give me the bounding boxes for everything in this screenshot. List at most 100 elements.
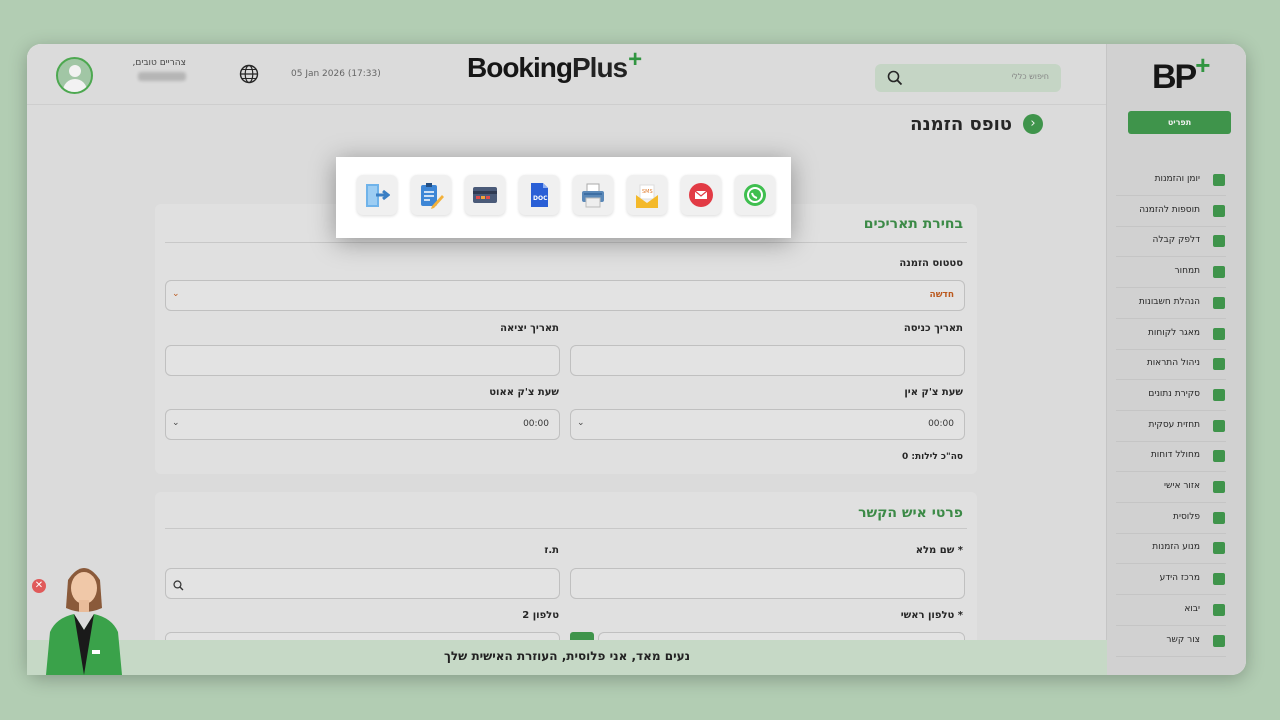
- status-value: חדשה: [929, 290, 954, 300]
- assistant-avatar[interactable]: [38, 560, 130, 675]
- whatsapp-button[interactable]: [735, 175, 775, 215]
- sidebar-item-label: הנהלת חשבונות: [1138, 296, 1200, 307]
- sidebar-item[interactable]: דלפק קבלה: [1116, 226, 1226, 258]
- sidebar-item-label: תחזית עסקית: [1148, 419, 1201, 430]
- sms-button[interactable]: SMS: [627, 175, 667, 215]
- search-placeholder: חיפוש כללי: [1011, 72, 1049, 81]
- sidebar-item-label: מאגר לקוחות: [1148, 327, 1200, 338]
- sidebar-item[interactable]: מחולל דוחות: [1116, 441, 1226, 473]
- checkin-time-select[interactable]: 00:00 ⌄: [570, 409, 965, 440]
- sidebar-item-icon: [1213, 511, 1225, 524]
- sidebar-item-icon: [1213, 419, 1225, 432]
- print-button[interactable]: [573, 175, 613, 215]
- edit-clipboard-icon: [421, 183, 444, 209]
- credit-card-button[interactable]: [465, 175, 505, 215]
- fullname-input[interactable]: [570, 568, 965, 599]
- svg-text:SMS: SMS: [642, 189, 653, 195]
- sidebar-item[interactable]: מנוע הזמנות: [1116, 533, 1226, 565]
- sidebar-item-icon: [1213, 542, 1225, 555]
- checkout-time-label: שעת צ'ק אאוט: [489, 387, 559, 398]
- sidebar-item[interactable]: תחזית עסקית: [1116, 411, 1226, 442]
- page-title: טופס הזמנה: [910, 114, 1012, 135]
- sidebar-item[interactable]: יבוא: [1116, 595, 1226, 626]
- user-name-blurred: [138, 72, 186, 81]
- email-icon: [689, 183, 713, 207]
- doc-icon: DOC: [531, 183, 548, 207]
- sidebar-item[interactable]: צור קשר: [1116, 626, 1226, 657]
- sidebar-item[interactable]: פלוסית: [1116, 503, 1226, 534]
- edit-clipboard-button[interactable]: [411, 175, 451, 215]
- id-label: ת.ז: [544, 545, 559, 556]
- checkin-date-input[interactable]: [570, 345, 965, 376]
- sidebar-item[interactable]: מרכז הידע: [1116, 564, 1226, 596]
- svg-text:DOC: DOC: [533, 195, 548, 202]
- id-input[interactable]: [165, 568, 560, 599]
- app-window: צהריים טובים, 05 Jan 2026 (17:33) Bookin…: [27, 44, 1246, 675]
- sidebar-item-icon: [1213, 481, 1225, 493]
- sidebar-item[interactable]: אזור אישי: [1116, 472, 1226, 503]
- email-button[interactable]: [681, 175, 721, 215]
- sidebar-item[interactable]: תוספות להזמנה: [1116, 196, 1226, 227]
- checkout-time-select[interactable]: 00:00 ⌄: [165, 409, 560, 440]
- doc-button[interactable]: DOC: [519, 175, 559, 215]
- share-actions-popup: SMS DOC: [336, 157, 791, 238]
- checkout-label: תאריך יציאה: [500, 323, 559, 334]
- sidebar: BP+ תפריט יומן והזמנות תוספות להזמנה דלפק …: [1106, 44, 1246, 675]
- sidebar-item-label: דלפק קבלה: [1152, 235, 1200, 246]
- logo-main-text: Booking: [467, 52, 573, 83]
- sms-icon: SMS: [636, 184, 658, 208]
- nights-total: סה"כ לילות: 0: [902, 452, 963, 462]
- assistant-bar: נעים מאד, אני פלוסית, העוזרת האישית שלך: [27, 640, 1107, 675]
- search-icon: [887, 70, 903, 90]
- checkin-label: תאריך כניסה: [903, 323, 963, 334]
- sidebar-item-label: צור קשר: [1166, 634, 1200, 645]
- sidebar-item[interactable]: ניהול התראות: [1116, 349, 1226, 381]
- globe-icon[interactable]: [239, 64, 259, 88]
- datetime-text: 05 Jan 2026 (17:33): [291, 69, 381, 79]
- sidebar-item[interactable]: הנהלת חשבונות: [1116, 288, 1226, 319]
- dates-card: בחירת תאריכים סטטוס הזמנה חדשה ⌄ תאריך כ…: [155, 204, 977, 474]
- sidebar-item-icon: [1213, 204, 1225, 217]
- checkout-date-input[interactable]: [165, 345, 560, 376]
- assistant-message: נעים מאד, אני פלוסית, העוזרת האישית שלך: [443, 649, 691, 663]
- sidebar-logo-plus: +: [1195, 50, 1210, 80]
- sidebar-item-icon: [1213, 358, 1225, 371]
- sidebar-item-icon: [1213, 573, 1225, 586]
- global-search[interactable]: חיפוש כללי: [875, 64, 1061, 92]
- sidebar-item-label: מחולל דוחות: [1150, 450, 1200, 461]
- sidebar-item-icon: [1213, 174, 1225, 186]
- dates-section-title: בחירת תאריכים: [863, 216, 963, 232]
- sidebar-logo-text: BP: [1152, 58, 1197, 96]
- checkin-time-value: 00:00: [928, 419, 954, 429]
- sidebar-item-icon: [1213, 296, 1225, 309]
- whatsapp-icon: [744, 184, 766, 206]
- exit-icon: [366, 184, 390, 207]
- logo-plus-text: Plus: [572, 52, 628, 83]
- sidebar-item[interactable]: מאגר לקוחות: [1116, 319, 1226, 350]
- sidebar-item[interactable]: יומן והזמנות: [1116, 165, 1226, 196]
- user-avatar[interactable]: [56, 57, 93, 94]
- sidebar-item[interactable]: סקירת נתונים: [1116, 380, 1226, 411]
- sidebar-item-label: מרכז הידע: [1159, 573, 1200, 584]
- sidebar-item-label: תוספות להזמנה: [1139, 204, 1200, 215]
- fullname-label: * שם מלא: [915, 545, 963, 556]
- phone2-label: טלפון 2: [522, 610, 559, 621]
- sidebar-item[interactable]: תמחור: [1116, 257, 1226, 289]
- back-chevron-icon[interactable]: ›: [1023, 114, 1043, 134]
- sidebar-item-icon: [1213, 603, 1225, 616]
- sidebar-item-label: יומן והזמנות: [1154, 174, 1200, 184]
- menu-button[interactable]: תפריט: [1128, 111, 1231, 134]
- sidebar-item-label: תמחור: [1174, 266, 1200, 277]
- status-select[interactable]: חדשה ⌄: [165, 280, 965, 311]
- bookingplus-logo: BookingPlus+: [467, 46, 642, 83]
- sidebar-item-icon: [1213, 266, 1225, 279]
- exit-button[interactable]: [357, 175, 397, 215]
- print-icon: [582, 183, 604, 208]
- sidebar-item-label: סקירת נתונים: [1148, 388, 1200, 399]
- sidebar-item-icon: [1213, 450, 1225, 463]
- checkout-time-value: 00:00: [523, 419, 549, 429]
- bp-logo: BP+: [1152, 50, 1210, 97]
- greeting-text: צהריים טובים,: [132, 58, 187, 68]
- search-icon: [173, 576, 184, 595]
- contact-section-title: פרטי איש הקשר: [858, 505, 963, 521]
